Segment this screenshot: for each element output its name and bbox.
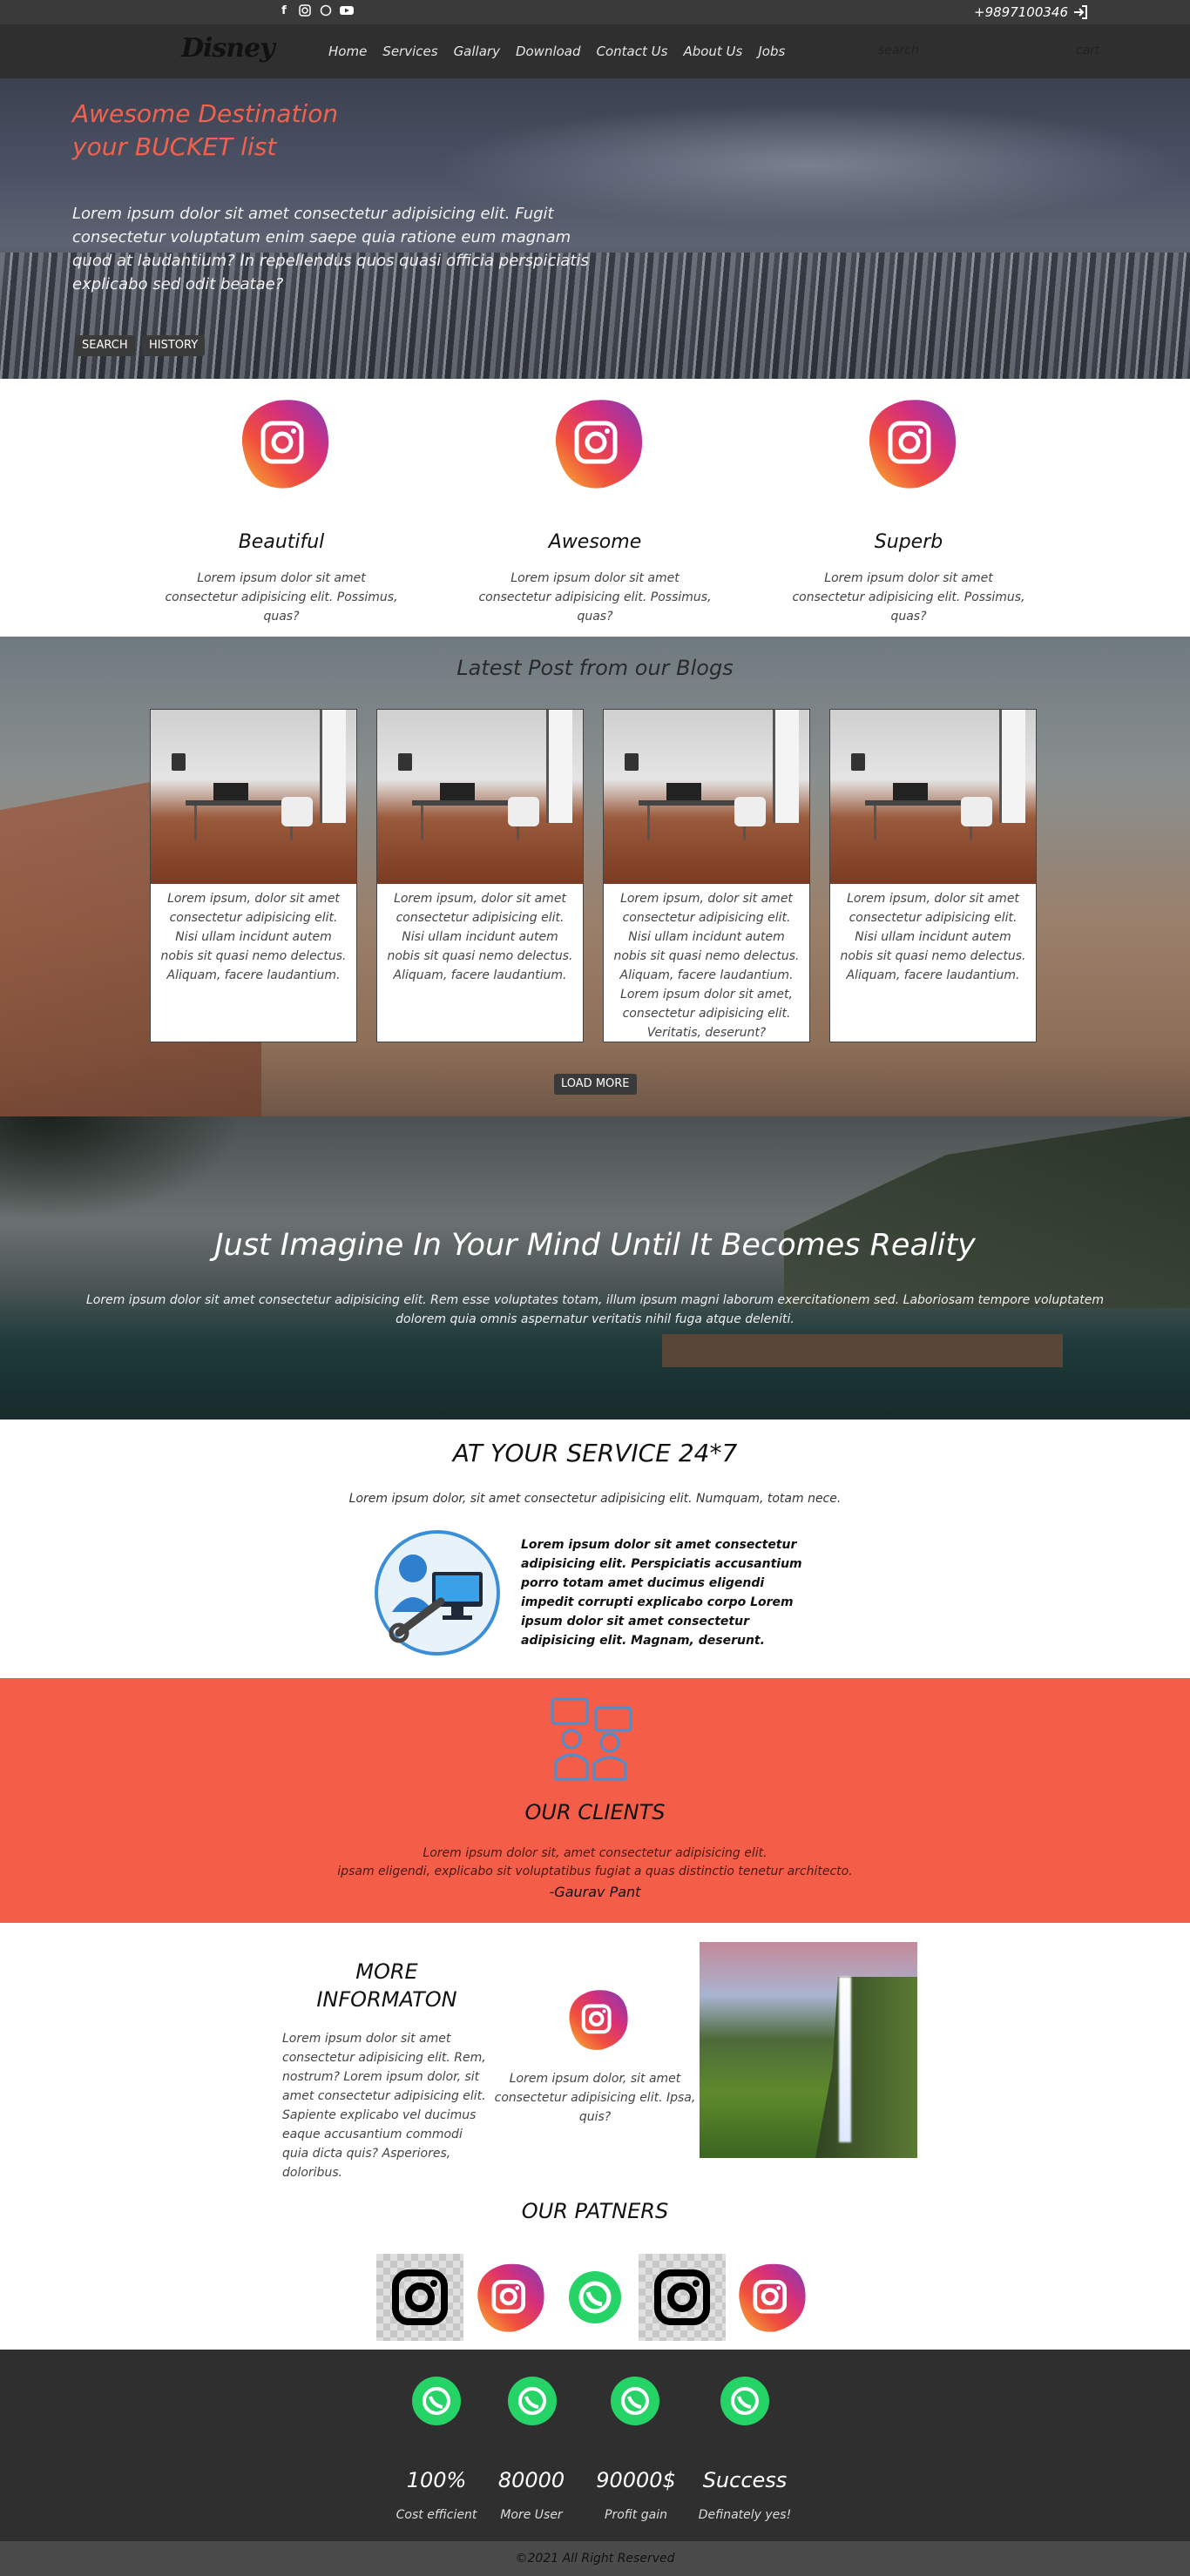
nav-menu: Home Services Gallary Download Contact U… xyxy=(328,44,785,59)
brand-logo[interactable]: Disney xyxy=(181,33,275,64)
blog-card-text: Lorem ipsum, dolor sit amet consectetur … xyxy=(840,892,1026,982)
instagram-icon xyxy=(558,1984,634,2055)
hero-title-line1: Awesome Destination xyxy=(72,99,339,128)
hero-text: Lorem ipsum dolor sit amet consectetur a… xyxy=(72,205,589,293)
stat-value: Success xyxy=(702,2468,788,2492)
sign-in-icon[interactable] xyxy=(1073,5,1089,19)
feature-title: Superb xyxy=(874,531,943,553)
feature-text: Lorem ipsum dolor sit amet consectetur a… xyxy=(792,571,1025,624)
feature-title: Beautiful xyxy=(238,531,325,553)
instagram-icon[interactable] xyxy=(376,2254,463,2341)
nav-item-gallary[interactable]: Gallary xyxy=(454,44,500,59)
chat-people-icon xyxy=(547,1696,643,1783)
instagram-icon xyxy=(538,392,652,495)
main-navbar: Disney Home Services Gallary Download Co… xyxy=(0,24,1190,78)
load-more-button[interactable]: LOAD MORE xyxy=(554,1074,637,1095)
whatsapp-icon[interactable] xyxy=(507,2376,558,2426)
blog-card-image xyxy=(604,710,809,884)
client-author: -Gaurav Pant xyxy=(549,1884,641,1900)
hero-title-line2: your BUCKET list xyxy=(72,132,277,161)
blog-title: Latest Post from our Blogs xyxy=(456,656,734,680)
clients-section: OUR CLIENTS Lorem ipsum dolor sit, amet … xyxy=(0,1678,1190,1923)
feature-title: Awesome xyxy=(548,531,642,553)
blog-section: Latest Post from our Blogs Lorem ipsum, … xyxy=(0,637,1190,1116)
blog-card[interactable]: Lorem ipsum, dolor sit amet consectetur … xyxy=(150,709,357,1042)
cart-link[interactable]: cart xyxy=(1076,44,1100,57)
phone-number: +9897100346 xyxy=(974,4,1069,20)
service-text: Lorem ipsum dolor sit amet consectetur a… xyxy=(521,1538,802,1648)
whatsapp-icon[interactable] xyxy=(720,2376,770,2426)
feature-beautiful: Beautiful Lorem ipsum dolor sit amet con… xyxy=(151,392,412,626)
search-button[interactable]: SEARCH xyxy=(75,335,135,356)
whatsapp-icon[interactable] xyxy=(610,2376,660,2426)
feature-superb: Superb Lorem ipsum dolor sit amet consec… xyxy=(778,392,1039,626)
more-info-caption: Lorem ipsum dolor, sit amet consectetur … xyxy=(494,2072,696,2124)
blog-card[interactable]: Lorem ipsum, dolor sit amet consectetur … xyxy=(829,709,1037,1042)
instagram-icon[interactable] xyxy=(639,2254,726,2341)
blog-card-text: Lorem ipsum, dolor sit amet consectetur … xyxy=(160,892,347,982)
imagine-title: Just Imagine In Your Mind Until It Becom… xyxy=(214,1228,976,1263)
client-quote-line2: ipsam eligendi, explicabo sit voluptatib… xyxy=(337,1865,853,1878)
support-icon xyxy=(373,1528,502,1657)
blog-card[interactable]: Lorem ipsum, dolor sit amet consectetur … xyxy=(603,709,810,1042)
instagram-icon xyxy=(225,392,338,495)
instagram-icon xyxy=(852,392,965,495)
history-button[interactable]: HISTORY xyxy=(142,335,206,356)
instagram-icon[interactable] xyxy=(726,2254,813,2341)
blog-card-image xyxy=(151,710,356,884)
nav-item-services[interactable]: Services xyxy=(382,44,437,59)
service-title: AT YOUR SERVICE 24*7 xyxy=(452,1439,738,1467)
waterfall-image xyxy=(700,1942,917,2158)
service-subtitle: Lorem ipsum dolor, sit amet consectetur … xyxy=(348,1492,842,1506)
whatsapp-icon[interactable] xyxy=(411,2376,462,2426)
whatsapp-icon[interactable] xyxy=(319,4,333,18)
more-info-title: MORE INFORMATON xyxy=(316,1959,457,2012)
tree-decoration xyxy=(0,1116,244,1221)
blog-card-image xyxy=(830,710,1036,884)
youtube-icon[interactable] xyxy=(340,4,354,18)
client-quote-line1: Lorem ipsum dolor sit, amet consectetur … xyxy=(423,1846,767,1860)
top-bar: f +9897100346 xyxy=(0,0,1190,24)
more-info-text: Lorem ipsum dolor sit amet consectetur a… xyxy=(282,2032,486,2180)
imagine-banner: Just Imagine In Your Mind Until It Becom… xyxy=(0,1116,1190,1419)
blog-card-text: Lorem ipsum, dolor sit amet consectetur … xyxy=(387,892,573,982)
search-input[interactable]: search xyxy=(878,44,919,57)
mountain-decoration xyxy=(784,1116,1190,1308)
instagram-icon[interactable] xyxy=(298,4,312,18)
feature-awesome: Awesome Lorem ipsum dolor sit amet conse… xyxy=(464,392,726,626)
nav-item-about-us[interactable]: About Us xyxy=(683,44,742,59)
social-links: f xyxy=(277,4,354,18)
stat-label: Definately yes! xyxy=(698,2508,792,2522)
dock-decoration xyxy=(662,1334,1063,1367)
blog-card-text: Lorem ipsum, dolor sit amet consectetur … xyxy=(613,892,800,1040)
feature-text: Lorem ipsum dolor sit amet consectetur a… xyxy=(478,571,712,624)
blog-card[interactable]: Lorem ipsum, dolor sit amet consectetur … xyxy=(376,709,584,1042)
copyright-bar: ©2021 All Right Reserved xyxy=(0,2541,1190,2576)
nav-item-contact-us[interactable]: Contact Us xyxy=(597,44,668,59)
instagram-icon[interactable] xyxy=(464,2254,551,2341)
feature-text: Lorem ipsum dolor sit amet consectetur a… xyxy=(165,571,398,624)
partners-title: OUR PATNERS xyxy=(521,2199,669,2223)
whatsapp-icon[interactable] xyxy=(551,2254,639,2341)
facebook-icon[interactable]: f xyxy=(277,4,291,18)
nav-item-download[interactable]: Download xyxy=(516,44,581,59)
nav-item-home[interactable]: Home xyxy=(328,44,367,59)
footer: 100% Cost efficient 80000 More User 9000… xyxy=(0,2350,1190,2541)
imagine-text: Lorem ipsum dolor sit amet consectetur a… xyxy=(85,1293,1104,1326)
clients-title: OUR CLIENTS xyxy=(524,1800,666,1824)
nav-item-jobs[interactable]: Jobs xyxy=(758,44,785,59)
hero-banner: Awesome Destination your BUCKET list Lor… xyxy=(0,78,1190,379)
stat-success: Success Definately yes! xyxy=(675,2468,815,2522)
blog-card-image xyxy=(377,710,583,884)
hero-title: Awesome Destination your BUCKET list xyxy=(72,98,438,164)
